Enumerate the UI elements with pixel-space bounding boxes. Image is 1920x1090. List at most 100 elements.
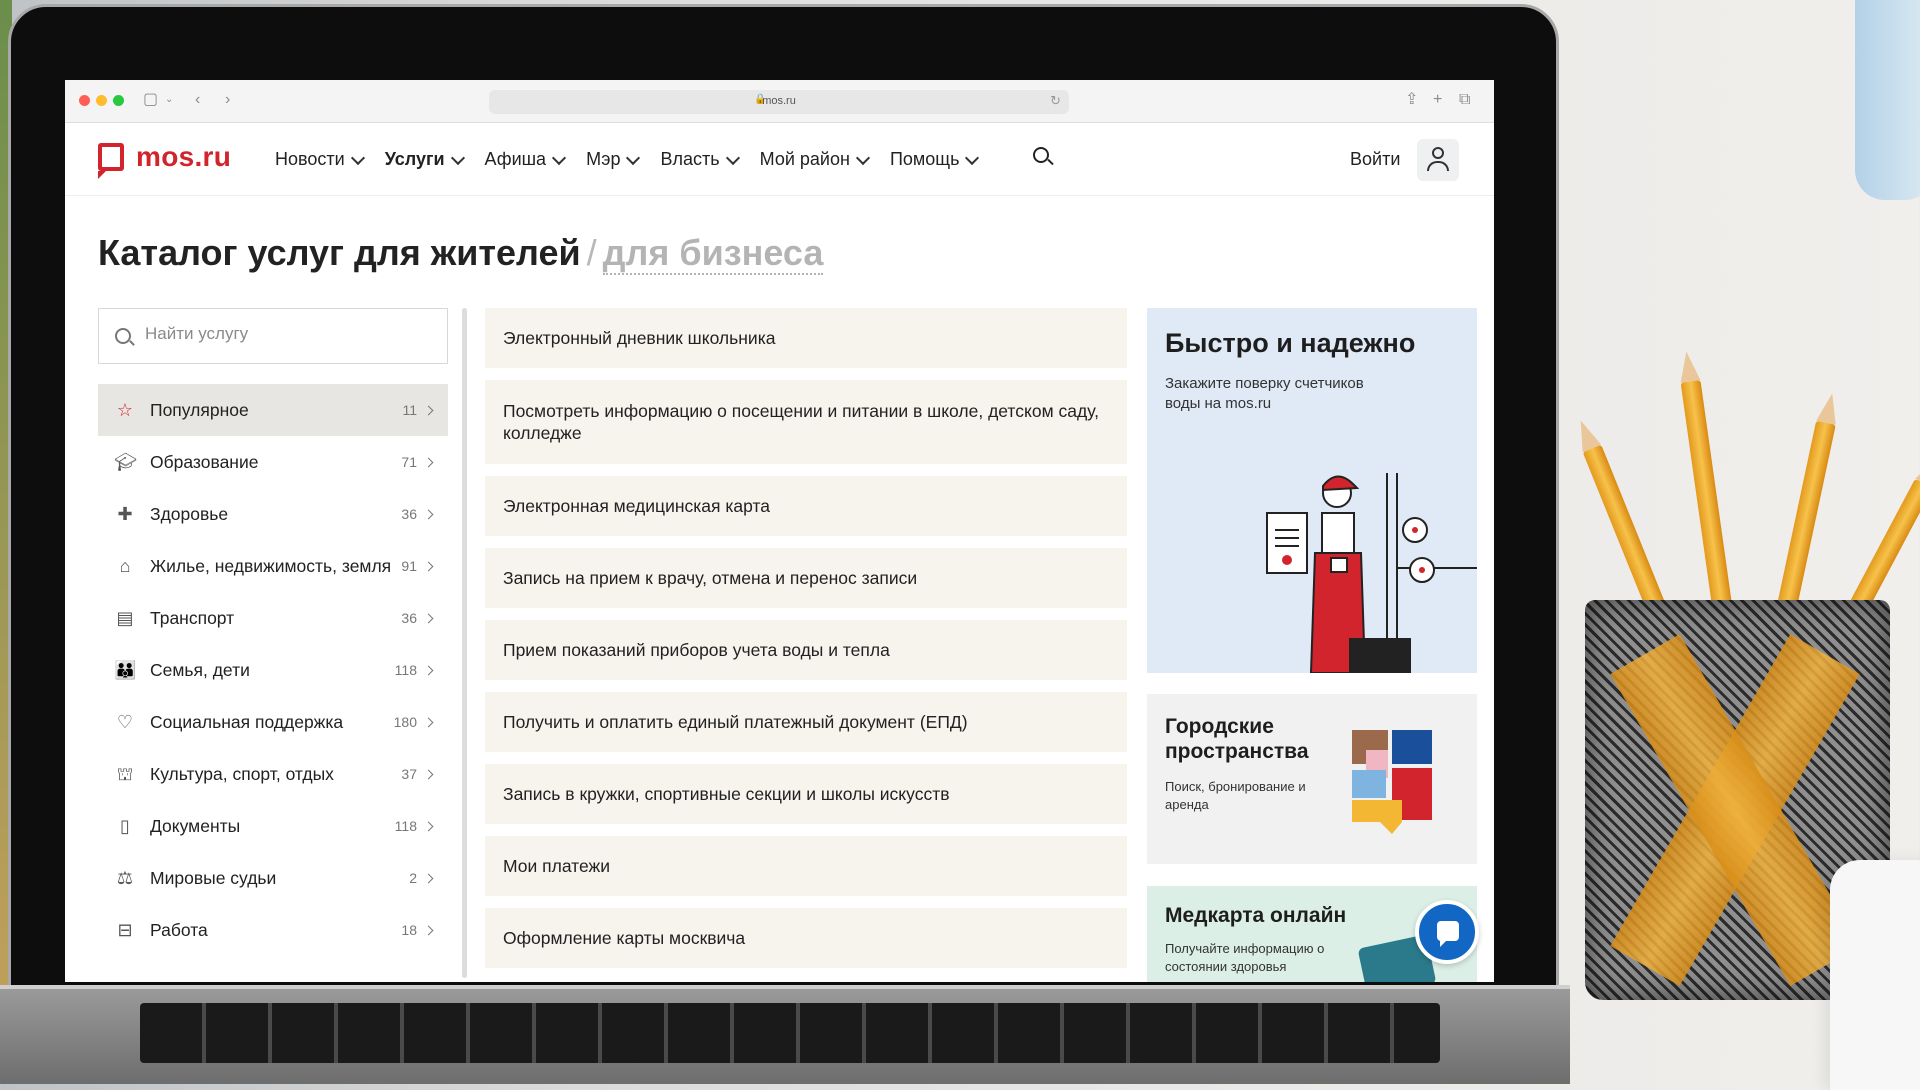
category-scrollbar[interactable] <box>462 308 467 978</box>
chat-bubble-icon <box>1437 921 1459 947</box>
category-social-support[interactable]: ♡ Социальная поддержка 180 <box>98 696 448 748</box>
back-icon[interactable]: ‹ <box>195 89 200 111</box>
category-count: 118 <box>394 662 417 678</box>
category-work[interactable]: ⊟ Работа 18 <box>98 904 448 956</box>
service-search-input[interactable] <box>143 323 427 345</box>
browser-window: ▢ ⌄ ‹ › 🔒 mos.ru ↻ ⇪ + ⧉ mos.ru Новости … <box>65 80 1494 982</box>
chevron-down-icon <box>965 150 980 165</box>
sidebar-toggle-icon[interactable]: ▢ <box>143 89 158 111</box>
page-title-text: Каталог услуг для жителей <box>98 232 581 273</box>
chevron-right-icon <box>423 873 434 884</box>
close-window-button[interactable] <box>79 95 90 106</box>
chevron-right-icon <box>423 821 434 832</box>
bus-icon: ▤ <box>116 608 134 628</box>
category-count: 180 <box>393 714 417 730</box>
category-count: 36 <box>401 506 417 522</box>
nav-item-my-district[interactable]: Мой район <box>759 149 871 170</box>
category-label: Здоровье <box>150 504 229 524</box>
promo-title: Городские пространства <box>1165 715 1309 763</box>
category-documents[interactable]: ▯ Документы 118 <box>98 800 448 852</box>
heart-icon: ♡ <box>116 712 134 732</box>
service-item[interactable]: Мои платежи <box>485 836 1127 896</box>
city-spaces-illustration <box>1352 730 1432 834</box>
house-icon: ⌂ <box>119 556 131 576</box>
chevron-down-icon[interactable]: ⌄ <box>165 89 173 111</box>
nav-item-news[interactable]: Новости <box>275 149 365 170</box>
browser-toolbar: ▢ ⌄ ‹ › 🔒 mos.ru ↻ ⇪ + ⧉ <box>65 80 1494 123</box>
reload-icon[interactable]: ↻ <box>1050 93 1061 109</box>
promo-subtitle: Закажите поверку счетчиков воды на mos.r… <box>1165 375 1364 412</box>
page-title: Каталог услуг для жителей / для бизнеса <box>98 232 824 275</box>
business-catalog-link[interactable]: для бизнеса <box>602 232 824 275</box>
service-item[interactable]: Запись на прием к врачу, отмена и перено… <box>485 548 1127 608</box>
category-health[interactable]: ✚ Здоровье 36 <box>98 488 448 540</box>
category-culture[interactable]: ⛫ Культура, спорт, отдых 37 <box>98 748 448 800</box>
nav-item-government[interactable]: Власть <box>660 149 740 170</box>
category-housing[interactable]: ⌂ Жилье, недвижимость, земля 91 <box>98 540 448 592</box>
zoom-window-button[interactable] <box>113 95 124 106</box>
nav-label: Услуги <box>384 149 445 169</box>
address-url: mos.ru <box>762 95 796 107</box>
service-item[interactable]: Электронная медицинская карта <box>485 476 1127 536</box>
laptop-keyboard <box>0 985 1570 1084</box>
service-item[interactable]: Получить и оплатить единый платежный док… <box>485 692 1127 752</box>
nav-label: Новости <box>275 149 345 169</box>
service-item[interactable]: Запись в кружки, спортивные секции и шко… <box>485 764 1127 824</box>
category-transport[interactable]: ▤ Транспорт 36 <box>98 592 448 644</box>
login-link[interactable]: Войти <box>1350 149 1400 170</box>
logo-mark-icon <box>98 143 124 179</box>
chevron-right-icon <box>423 613 434 624</box>
category-label: Транспорт <box>150 608 235 628</box>
minimize-window-button[interactable] <box>96 95 107 106</box>
chevron-down-icon <box>450 150 465 165</box>
category-count: 11 <box>402 402 417 418</box>
category-magistrates[interactable]: ⚖ Мировые судьи 2 <box>98 852 448 904</box>
chevron-right-icon <box>423 561 434 572</box>
nav-item-mayor[interactable]: Мэр <box>586 149 641 170</box>
chevron-down-icon <box>855 150 871 165</box>
nav-label: Власть <box>660 149 720 169</box>
category-family[interactable]: 👪︎ Семья, дети 118 <box>98 644 448 696</box>
promo-banner-water-meters[interactable]: Быстро и надежно Закажите поверку счетчи… <box>1147 308 1477 673</box>
site-logo[interactable]: mos.ru <box>98 141 232 179</box>
chat-button[interactable] <box>1415 900 1479 964</box>
promo-banner-city-spaces[interactable]: Городские пространства Поиск, бронирован… <box>1147 694 1477 864</box>
gavel-icon: ⚖ <box>116 868 134 888</box>
forward-icon[interactable]: › <box>225 89 230 111</box>
new-tab-icon[interactable]: + <box>1433 89 1442 111</box>
search-icon[interactable] <box>1033 147 1049 163</box>
service-item[interactable]: Оформление карты москвича <box>485 908 1127 968</box>
user-account-button[interactable] <box>1417 139 1459 181</box>
medical-cross-icon: ✚ <box>117 504 133 524</box>
nav-label: Мэр <box>586 149 621 169</box>
chevron-down-icon <box>626 150 641 165</box>
tabs-overview-icon[interactable]: ⧉ <box>1459 89 1470 111</box>
window-controls <box>79 95 124 106</box>
category-education[interactable]: 🎓︎ Образование 71 <box>98 436 448 488</box>
category-count: 2 <box>409 870 417 886</box>
nav-label: Афиша <box>484 149 547 169</box>
category-label: Образование <box>150 452 259 472</box>
title-separator: / <box>586 232 597 273</box>
nav-label: Мой район <box>759 149 850 169</box>
logo-text: mos.ru <box>136 141 232 172</box>
chevron-right-icon <box>423 509 434 520</box>
address-bar[interactable]: 🔒 mos.ru ↻ <box>489 90 1069 114</box>
service-list: Электронный дневник школьника Посмотреть… <box>485 308 1127 980</box>
nav-item-services[interactable]: Услуги <box>384 149 465 170</box>
chevron-right-icon <box>423 717 434 728</box>
background-bottle <box>1855 0 1920 200</box>
main-nav: Новости Услуги Афиша Мэр Власть Мой райо… <box>275 149 980 170</box>
category-label: Документы <box>150 816 241 836</box>
share-icon[interactable]: ⇪ <box>1405 89 1418 111</box>
nav-item-help[interactable]: Помощь <box>890 149 980 170</box>
service-item[interactable]: Прием показаний приборов учета воды и те… <box>485 620 1127 680</box>
service-item[interactable]: Посмотреть информацию о посещении и пита… <box>485 380 1127 464</box>
chevron-down-icon <box>552 150 567 165</box>
service-item[interactable]: Электронный дневник школьника <box>485 308 1127 368</box>
category-popular[interactable]: ☆ Популярное 11 <box>98 384 448 436</box>
category-count: 91 <box>401 558 417 574</box>
category-label: Культура, спорт, отдых <box>150 764 334 784</box>
background-cup <box>1830 860 1920 1090</box>
nav-item-afisha[interactable]: Афиша <box>484 149 567 170</box>
